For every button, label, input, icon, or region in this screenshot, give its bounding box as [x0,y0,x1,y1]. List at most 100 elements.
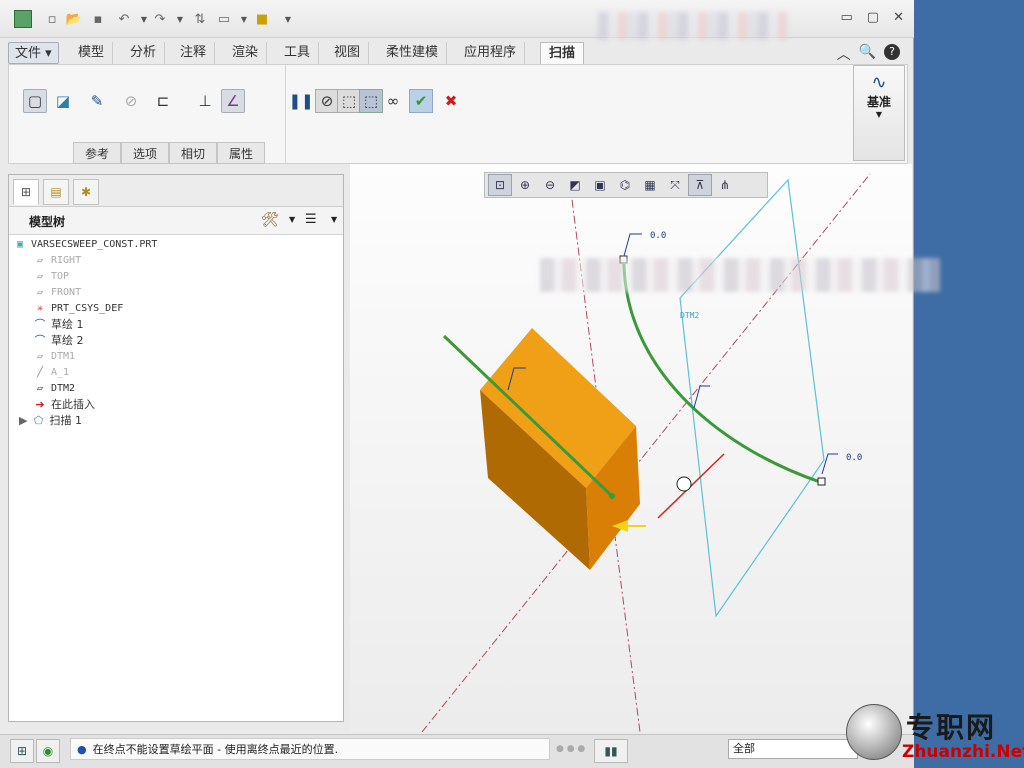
tab-file-label: 文件 [15,46,42,61]
tree-item-a1[interactable]: ╱ A_1 [33,365,69,381]
ribbon-right-icons: ︿ 🔍 ? [837,44,900,64]
preview-icon[interactable]: ⬚ [337,89,361,113]
ribbon-tabs: 文件 ▾ 模型 分析 注释 渲染 工具 视图 柔性建模 应用程序 扫描 ︿ 🔍 … [0,40,914,64]
origin-point-marker[interactable] [609,493,615,499]
graphics-viewport[interactable]: DTM2 0.0 0.0 [350,164,912,733]
minimize-icon[interactable]: ▭ [841,10,853,25]
regenerate-icon[interactable]: ⇅ [190,9,210,29]
remove-material-icon[interactable]: ⊘ [119,89,143,113]
thicken-icon[interactable]: ⊏ [151,89,175,113]
close-icon[interactable]: ✕ [893,10,904,25]
tab-view[interactable]: 视图 [326,42,370,64]
pause-icon[interactable]: ❚❚ [288,89,313,113]
tree-item-label: FRONT [51,287,82,298]
glasses-icon[interactable]: ∞ [381,89,405,113]
browser-toggle-icon[interactable]: ◉ [36,739,60,763]
tree-item-dtm2[interactable]: ▱ DTM2 [33,381,75,397]
navigator-tabs: ⊞ ▤ ✱ [9,175,343,207]
undo-icon[interactable]: ↶ [114,9,134,29]
tree-item-sweep1[interactable]: ▶ ⬠ 扫描 1 [19,413,82,429]
tab-model[interactable]: 模型 [70,42,114,64]
tree-item-csys[interactable]: ✳ PRT_CSYS_DEF [33,301,123,317]
customize-icon[interactable]: ▼ [278,9,298,29]
windows-icon[interactable]: ▭ [214,9,234,29]
tree-item-top[interactable]: ▱ TOP [33,269,69,285]
tree-item-front[interactable]: ▱ FRONT [33,285,81,301]
dim-right-label[interactable]: 0.0 [846,453,862,463]
status-message: 在终点不能设置草绘平面 - 使用离终点最近的位置. [92,743,339,756]
end-point-marker[interactable] [817,477,826,486]
tree-item-label: RIGHT [51,255,82,266]
search-icon[interactable]: 🔍 [859,44,876,64]
model-tree: ▣ VARSECSWEEP_CONST.PRT ▱ RIGHT ▱ TOP ▱ FRON… [13,237,339,717]
tree-item-sketch1[interactable]: ⌒ 草绘 1 [33,317,84,333]
tab-analysis[interactable]: 分析 [122,42,166,64]
open-icon[interactable]: 📂 [64,9,84,29]
selection-filter[interactable]: 全部 [728,739,858,759]
tab-file[interactable]: 文件 ▾ [8,42,59,64]
dim-top-label[interactable]: 0.0 [650,231,666,241]
maximize-icon[interactable]: ▢ [867,10,879,25]
view-manager-icon[interactable]: ▦ [638,174,662,196]
show-columns-dropdown-icon[interactable]: ▼ [331,215,337,224]
subtab-options[interactable]: 选项 [121,142,169,164]
surface-icon[interactable]: ◪ [51,89,75,113]
subtab-tangency[interactable]: 相切 [169,142,217,164]
find-icon[interactable]: ▮▮ [594,739,628,763]
windows-dropdown-icon[interactable]: ▼ [234,9,254,29]
refit-icon[interactable]: ⊡ [488,174,512,196]
dtm2-plane [679,178,825,618]
tree-settings-dropdown-icon[interactable]: ▼ [289,215,295,224]
tree-item-label: 在此插入 [51,398,95,411]
favorites-tab-icon[interactable]: ✱ [73,179,99,205]
help-icon[interactable]: ? [884,44,900,60]
tab-flexible-modeling[interactable]: 柔性建模 [378,42,448,64]
collapse-ribbon-icon[interactable]: ︿ [837,44,851,64]
zoom-out-icon[interactable]: ⊖ [538,174,562,196]
tree-item-dtm1[interactable]: ▱ DTM1 [33,349,75,365]
constant-section-icon[interactable]: ⊥ [193,89,217,113]
tab-sweep[interactable]: 扫描 [540,42,585,64]
folder-browser-tab-icon[interactable]: ▤ [43,179,69,205]
zoom-in-icon[interactable]: ⊕ [513,174,537,196]
subtab-properties[interactable]: 属性 [217,142,265,164]
ok-check-icon[interactable]: ✔ [409,89,433,113]
tab-annotate[interactable]: 注释 [172,42,216,64]
redo-dropdown-icon[interactable]: ▼ [170,9,190,29]
tree-settings-icon[interactable]: 🛠 [261,212,279,228]
perspective-icon[interactable]: ⤧ [663,174,687,196]
annotation-display-icon[interactable]: ⋔ [713,174,737,196]
expand-arrow-icon[interactable]: ▶ [19,414,27,427]
ribbon-panel: ▢ ◪ ✎ ⊘ ⊏ ⊥ ∠ ❚❚ ⊘ ⬚ ⬚ ∞ ✔ ✖ 参考 选项 相切 属性… [8,64,908,164]
variable-section-icon[interactable]: ∠ [221,89,245,113]
tree-item-sketch2[interactable]: ⌒ 草绘 2 [33,333,84,349]
show-columns-icon[interactable]: ☰ [305,212,317,227]
cancel-x-icon[interactable]: ✖ [439,89,463,113]
sketch-icon[interactable]: ✎ [85,89,109,113]
display-style-icon[interactable]: ▣ [588,174,612,196]
repaint-icon[interactable]: ◩ [563,174,587,196]
model-tree-tab-icon[interactable]: ⊞ [13,179,39,205]
subtab-references[interactable]: 参考 [73,142,121,164]
datum-display-icon[interactable]: ⊼ [688,174,712,196]
tab-tools[interactable]: 工具 [276,42,320,64]
tab-applications[interactable]: 应用程序 [456,42,526,64]
close-window-icon[interactable]: ■ [252,9,272,29]
csys-icon: ✳ [36,303,44,314]
datum-plane-icon: ▱ [36,383,44,394]
tab-render[interactable]: 渲染 [224,42,268,64]
tree-item-insert-here[interactable]: ➔ 在此插入 [33,397,95,413]
tree-item-part[interactable]: ▣ VARSECSWEEP_CONST.PRT [13,237,157,253]
model-tree-title: 模型树 [29,215,66,229]
new-icon[interactable]: ▫ [42,9,62,29]
tree-item-right[interactable]: ▱ RIGHT [33,253,81,269]
saved-orientations-icon[interactable]: ⌬ [613,174,637,196]
no-preview-icon[interactable]: ⊘ [315,89,339,113]
redo-icon[interactable]: ↷ [150,9,170,29]
save-icon[interactable]: ▪ [88,9,108,29]
sketch-feature-icon: ⌒ [34,318,46,331]
datum-group-button[interactable]: ∿ 基准 ▼ [853,65,905,161]
navigator-toggle-icon[interactable]: ⊞ [10,739,34,763]
solid-icon[interactable]: ▢ [23,89,47,113]
verify-icon[interactable]: ⬚ [359,89,383,113]
